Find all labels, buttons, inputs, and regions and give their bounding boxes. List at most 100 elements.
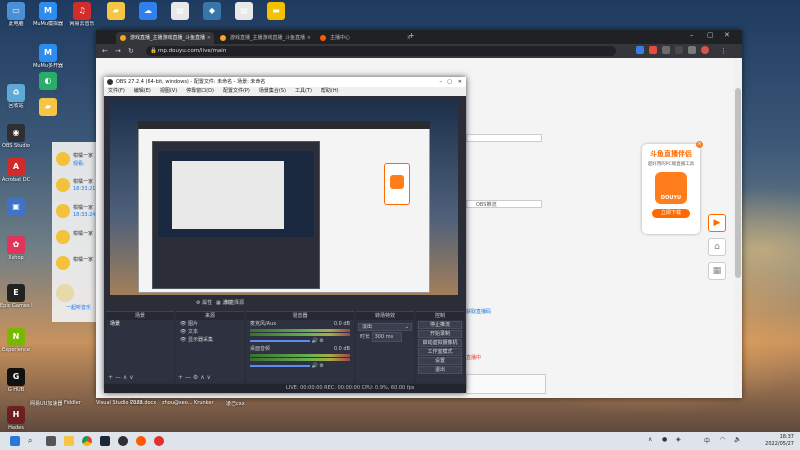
- desktop-icon[interactable]: ♫ 网易云音乐: [66, 2, 98, 27]
- desktop-icon-label[interactable]: Fiddler: [64, 400, 81, 406]
- obs-menu-item[interactable]: 工具(T): [295, 88, 312, 94]
- file-explorer-icon[interactable]: [64, 436, 74, 446]
- desktop-icon[interactable]: M MuMu多开器: [32, 44, 64, 69]
- gear-icon[interactable]: ⚙: [193, 374, 198, 381]
- desktop-icon[interactable]: ▬: [260, 2, 292, 21]
- system-clock[interactable]: 18:37 2022/05/27: [765, 434, 794, 447]
- steam-icon[interactable]: [100, 436, 110, 446]
- get-stream-code-link[interactable]: 获取直播码: [466, 308, 491, 315]
- scrollbar[interactable]: [734, 58, 742, 398]
- minimize-icon[interactable]: –: [690, 31, 694, 39]
- chevron-up-icon[interactable]: ∧: [648, 436, 652, 443]
- grid-side-icon[interactable]: ▦: [708, 262, 726, 280]
- extension-icon[interactable]: [675, 46, 683, 54]
- obs-maximize-icon[interactable]: ▢: [447, 77, 452, 87]
- close-ad-icon[interactable]: ×: [696, 141, 703, 148]
- remove-icon[interactable]: —: [185, 374, 191, 381]
- scene-item[interactable]: 场景: [106, 320, 174, 328]
- stream-address-field[interactable]: [466, 134, 542, 142]
- source-item[interactable]: 👁 显示器采集: [176, 336, 244, 344]
- obs-close-icon[interactable]: ✕: [458, 77, 462, 87]
- extension-icon[interactable]: [662, 46, 670, 54]
- back-icon[interactable]: ←: [102, 46, 108, 56]
- new-tab-icon[interactable]: +: [408, 31, 415, 40]
- obs-menu-item[interactable]: 配置文件(P): [223, 88, 250, 94]
- download-button[interactable]: 立即下载: [652, 209, 690, 218]
- qq-list-item[interactable]: 柑橘一家 观看:: [52, 150, 100, 172]
- tab-douyu-1[interactable]: 游戏直播_主播游戏直播_斗鱼直播 ×: [116, 32, 214, 44]
- close-tab-icon[interactable]: ×: [307, 32, 311, 44]
- start-recording-button[interactable]: 开始录制: [418, 330, 462, 338]
- down-icon[interactable]: ∨: [129, 374, 133, 381]
- tab-douyu-2[interactable]: 游戏直播_主播游戏直播_斗鱼直播 ×: [216, 32, 314, 44]
- qq-list-item[interactable]: 柑橘一家: [52, 228, 100, 250]
- obs-menu-item[interactable]: 文件(F): [108, 88, 125, 94]
- gear-icon[interactable]: ⚙: [319, 363, 323, 369]
- address-bar[interactable]: 🔒 mp.douyu.com/live/main: [146, 46, 616, 56]
- desktop-icon[interactable]: ◐: [32, 72, 64, 91]
- douyu-taskbar-icon[interactable]: [136, 436, 146, 446]
- qq-list-item[interactable]: 一起听音乐: [52, 282, 100, 311]
- speaker-icon[interactable]: 🔈: [734, 436, 741, 443]
- speaker-icon[interactable]: 🔊: [312, 363, 318, 369]
- extension-icon[interactable]: [636, 46, 644, 54]
- filters-button[interactable]: ▦ 滤镜: [216, 299, 232, 308]
- wifi-icon[interactable]: ◠: [720, 436, 725, 443]
- close-tab-icon[interactable]: ×: [207, 32, 211, 44]
- desktop-icon[interactable]: ▣: [0, 198, 32, 217]
- obs-taskbar-icon[interactable]: [118, 436, 128, 446]
- tab-anchor-center[interactable]: 主播中心 ×: [316, 32, 414, 44]
- source-item[interactable]: 👁 文本: [176, 328, 244, 336]
- desktop-icon[interactable]: ◉ OBS Studio: [0, 124, 32, 149]
- stop-streaming-button[interactable]: 停止推流: [418, 321, 462, 329]
- play-side-icon[interactable]: ▶: [708, 214, 726, 232]
- desktop-icon[interactable]: M MuMu模拟器: [32, 2, 64, 27]
- desktop-icon[interactable]: N Experience: [0, 328, 32, 353]
- desktop-icon-label[interactable]: zhou@seo...: [162, 400, 192, 406]
- volume-slider-row[interactable]: 🔊 ⚙: [246, 337, 354, 345]
- speaker-icon[interactable]: 🔊: [312, 338, 318, 344]
- volume-slider[interactable]: [250, 339, 310, 342]
- netease-music-taskbar-icon[interactable]: [154, 436, 164, 446]
- add-icon[interactable]: +: [108, 374, 113, 381]
- douyu-ad-card[interactable]: × 斗鱼直播伴侣 超好用的PC端直播工具 DOUYU 立即下载: [642, 141, 703, 234]
- source-item[interactable]: 👁 图片: [176, 320, 244, 328]
- up-icon[interactable]: ∧: [123, 374, 127, 381]
- up-icon[interactable]: ∧: [200, 374, 204, 381]
- gear-icon[interactable]: ⚙: [319, 338, 323, 344]
- desktop-icon[interactable]: ☁: [132, 2, 164, 21]
- transition-select[interactable]: 淡出 ⌄: [358, 323, 412, 331]
- qq-list-item[interactable]: 柑橘一家 18:33:21: [52, 176, 100, 198]
- close-window-icon[interactable]: ✕: [724, 31, 730, 39]
- chrome-icon[interactable]: [82, 436, 92, 446]
- extension-icon[interactable]: [649, 46, 657, 54]
- search-icon[interactable]: ⌕: [28, 436, 38, 446]
- obs-menu-item[interactable]: 停靠窗口(D): [186, 88, 214, 94]
- duration-input[interactable]: 300 ms: [371, 332, 402, 342]
- desktop-icon[interactable]: GG HUB: [0, 368, 32, 393]
- settings-button[interactable]: 设置: [418, 357, 462, 365]
- qq-list-item[interactable]: 柑橘一家: [52, 254, 100, 276]
- desktop-icon[interactable]: ▭ 此电脑: [0, 2, 32, 27]
- desktop-icon[interactable]: EEpic Games Launcher: [0, 284, 32, 309]
- desktop-icon[interactable]: ◆: [196, 2, 228, 21]
- desktop-icon[interactable]: ▤: [164, 2, 196, 21]
- desktop-icon[interactable]: ▰: [32, 98, 64, 117]
- obs-menu-item[interactable]: 视图(V): [160, 88, 177, 94]
- desktop-icon[interactable]: ▤: [228, 2, 260, 21]
- desktop-icon-label[interactable]: 凌己cxx: [226, 400, 245, 407]
- obs-menu-item[interactable]: 帮助(H): [321, 88, 339, 94]
- exit-button[interactable]: 退出: [418, 366, 462, 374]
- home-side-icon[interactable]: ⌂: [708, 238, 726, 256]
- desktop-icon-label[interactable]: 网易UU加速器: [30, 400, 62, 407]
- obs-menu-item[interactable]: 编辑(E): [134, 88, 151, 94]
- desktop-icon[interactable]: A Acrobat DC: [0, 158, 32, 183]
- volume-slider-row[interactable]: 🔊 ⚙: [246, 362, 354, 370]
- remove-icon[interactable]: —: [115, 374, 121, 381]
- profile-avatar[interactable]: [701, 46, 709, 54]
- tray-app-icon[interactable]: ●: [662, 436, 667, 443]
- reload-icon[interactable]: ↻: [128, 46, 134, 56]
- desktop-icon-label[interactable]: 2023.docx: [130, 400, 156, 406]
- desktop-icon-label[interactable]: Krunker: [194, 400, 214, 406]
- qq-list-item[interactable]: 柑橘一家 18:33:24: [52, 202, 100, 224]
